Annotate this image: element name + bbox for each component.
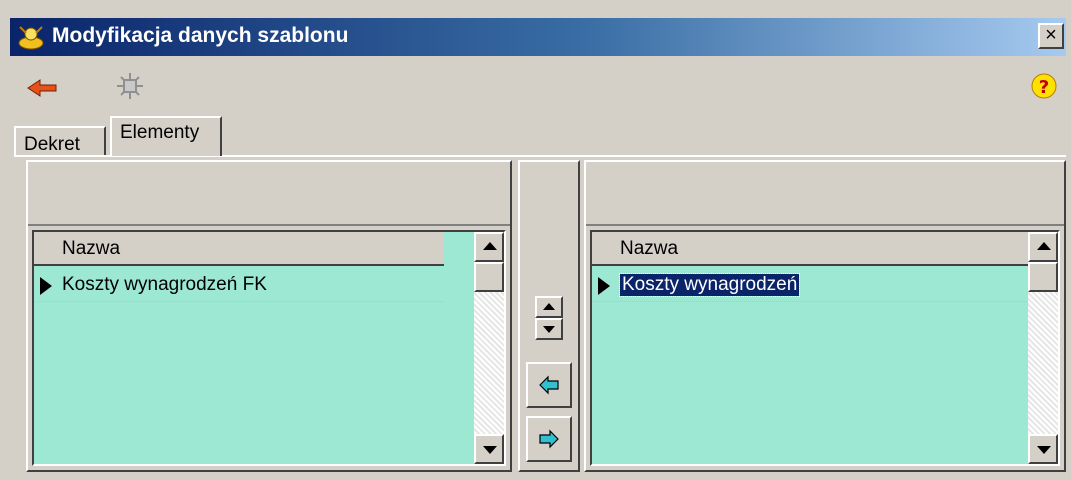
back-arrow-icon[interactable] [26, 76, 58, 100]
help-icon[interactable]: ? [1030, 72, 1058, 100]
left-list-row[interactable]: Koszty wynagrodzeń FK [34, 270, 444, 302]
right-grid[interactable]: Nazwa Koszty wynagrodzeń [590, 230, 1060, 466]
left-grid-header[interactable]: Nazwa [34, 232, 444, 266]
panel-separator [28, 224, 510, 226]
selected-elements-panel: Nazwa Koszty wynagrodzeń [584, 160, 1066, 472]
title-bar[interactable]: Modyfikacja danych szablonu × [10, 18, 1066, 56]
left-grid[interactable]: Nazwa Koszty wynagrodzeń FK [32, 230, 506, 466]
dialog-window: Modyfikacja danych szablonu × ? Dekret E… [0, 0, 1071, 480]
arrow-left-icon [539, 375, 559, 395]
right-row-label: Koszty wynagrodzeń [618, 273, 801, 297]
tab-strip: Dekret Elementy [14, 116, 1066, 156]
left-vertical-scrollbar[interactable] [474, 232, 504, 464]
toolbar: ? [10, 62, 1066, 114]
available-elements-panel: Nazwa Koszty wynagrodzeń FK [26, 160, 512, 472]
refresh-icon[interactable] [114, 70, 146, 102]
close-button[interactable]: × [1038, 23, 1064, 49]
move-up-button[interactable] [535, 296, 563, 318]
right-scroll-thumb[interactable] [1028, 262, 1058, 292]
tab-elementy[interactable]: Elementy [110, 116, 222, 156]
tab-dekret[interactable]: Dekret [14, 126, 106, 156]
svg-text:?: ? [1039, 77, 1049, 98]
scroll-up-icon [1037, 242, 1051, 250]
right-scroll-up-button[interactable] [1028, 232, 1058, 262]
transfer-buttons-panel [518, 160, 580, 472]
panel-separator [586, 224, 1064, 226]
right-list-row[interactable]: Koszty wynagrodzeń [592, 270, 1028, 302]
arrow-right-icon [539, 429, 559, 449]
scroll-down-icon [483, 446, 497, 454]
move-right-button[interactable] [526, 416, 572, 462]
right-scroll-down-button[interactable] [1028, 434, 1058, 464]
row-indicator-icon [598, 277, 610, 295]
reorder-spin-button[interactable] [535, 296, 563, 340]
scroll-up-icon [483, 242, 497, 250]
scroll-down-icon [1037, 446, 1051, 454]
left-scroll-down-button[interactable] [474, 434, 504, 464]
left-scroll-up-button[interactable] [474, 232, 504, 262]
app-icon [18, 26, 44, 50]
move-up-icon [543, 303, 555, 310]
move-down-button[interactable] [535, 318, 563, 340]
row-indicator-icon [40, 277, 52, 295]
window-title: Modyfikacja danych szablonu [52, 24, 349, 47]
left-scroll-thumb[interactable] [474, 262, 504, 292]
move-down-icon [543, 326, 555, 333]
right-grid-header[interactable]: Nazwa [592, 232, 1028, 266]
move-left-button[interactable] [526, 362, 572, 408]
right-vertical-scrollbar[interactable] [1028, 232, 1058, 464]
left-row-label: Koszty wynagrodzeń FK [62, 274, 267, 295]
